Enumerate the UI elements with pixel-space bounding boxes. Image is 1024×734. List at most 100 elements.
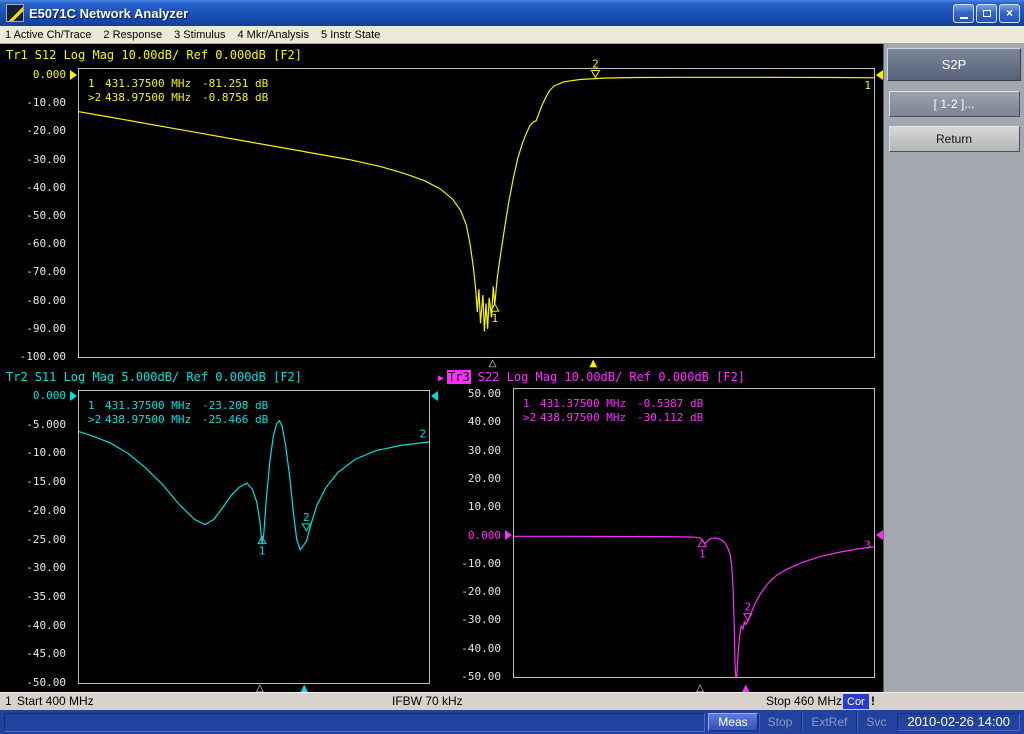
trace-curve <box>514 536 874 677</box>
y-axis-tick-label: -30.00 <box>437 613 507 627</box>
svc-indicator: Svc <box>856 713 895 731</box>
menu-item-stimulus[interactable]: 3 Stimulus <box>174 29 225 41</box>
marker-frequency: 438.97500 MHz <box>540 411 637 425</box>
marker-readout-row: 1431.37500 MHz-81.251 dB <box>88 77 268 91</box>
y-axis-tick-label: 50.00 <box>437 387 507 401</box>
tr1-ref-level-indicator-right <box>876 70 883 80</box>
marker-select: >2 <box>88 91 105 105</box>
softkey-menu-title: S2P <box>887 48 1021 81</box>
menu-item-response[interactable]: 2 Response <box>103 29 162 41</box>
app-icon <box>6 4 24 22</box>
marker-readout-row: >2438.97500 MHz-0.8758 dB <box>88 91 268 105</box>
marker-2-label: 2 <box>592 57 599 70</box>
status-bar: 1 Start 400 MHz IFBW 70 kHz Stop 460 MHz… <box>0 692 1024 710</box>
stimulus-marker-2-indicator: ▲ <box>589 359 597 368</box>
tr3-ref-level-indicator-left <box>505 530 512 540</box>
stop-frequency: Stop 460 MHz <box>766 693 842 710</box>
title-bar: E5071C Network Analyzer × <box>0 0 1024 26</box>
y-axis-tick-label: -50.00 <box>0 209 72 223</box>
tr2-trace-canvas: 122 <box>79 396 429 683</box>
marker-select: 1 <box>523 397 540 411</box>
marker-frequency: 438.97500 MHz <box>105 91 202 105</box>
trace2-descr: S11 Log Mag 5.000dB/ Ref 0.000dB [F2] <box>35 370 302 384</box>
tr3-trace-canvas: 1 2 3 <box>514 394 874 677</box>
y-axis-tick-label: 40.00 <box>437 415 507 429</box>
y-axis-tick-label: -30.00 <box>0 153 72 167</box>
marker-select: 1 <box>88 77 105 91</box>
ifbw-indicator: IFBW 70 kHz <box>392 693 463 710</box>
y-axis-tick-label: -5.000 <box>0 418 72 432</box>
trace-number-label: 3 <box>864 539 871 552</box>
marker-1-label: 1 <box>699 548 706 561</box>
y-axis-tick-label: 30.00 <box>437 444 507 458</box>
y-axis-tick-label: -10.00 <box>437 557 507 571</box>
marker-1-label: 1 <box>491 312 498 325</box>
minimize-icon <box>960 17 968 19</box>
tr1-ref-level-indicator-left <box>70 70 77 80</box>
y-axis-tick-label: -45.00 <box>0 647 72 661</box>
trace3-id: Tr3 <box>447 370 471 384</box>
trace3-header: ▶Tr3S22 Log Mag 10.00dB/ Ref 0.000dB [F2… <box>438 370 745 384</box>
trace1-id: Tr1 <box>6 48 28 62</box>
menu-item-instr-state[interactable]: 5 Instr State <box>321 29 380 41</box>
y-axis-tick-label: -10.00 <box>0 96 72 110</box>
y-axis-tick-label: -20.00 <box>0 504 72 518</box>
marker-value: -0.5387 dB <box>637 397 703 411</box>
y-axis-tick-label: -30.00 <box>0 561 72 575</box>
marker-value: -81.251 dB <box>202 77 268 91</box>
softkey-ports-1-2[interactable]: [ 1-2 ]... <box>889 91 1020 117</box>
menu-item-mkr-analysis[interactable]: 4 Mkr/Analysis <box>237 29 309 41</box>
y-axis-tick-label: -20.00 <box>0 124 72 138</box>
stimulus-marker-1-indicator: △ <box>489 359 497 368</box>
y-axis-tick-label: -50.00 <box>0 676 72 690</box>
y-axis-tick-label: -10.00 <box>0 446 72 460</box>
close-icon: × <box>1006 6 1013 20</box>
y-axis-tick-label: -70.00 <box>0 265 72 279</box>
marker-1-label: 1 <box>259 545 266 558</box>
tr3-s22-plot: 123 1431.37500 MHz-0.5387 dB >2438.97500… <box>513 388 875 678</box>
tr1-marker-readout: 1431.37500 MHz-81.251 dB >2438.97500 MHz… <box>88 77 268 105</box>
softkey-return[interactable]: Return <box>889 126 1020 152</box>
system-bar-spacer <box>4 713 705 732</box>
y-axis-tick-label: -100.00 <box>0 350 72 364</box>
y-axis-tick-label: -20.00 <box>437 585 507 599</box>
system-bar: Meas Stop ExtRef Svc 2010-02-26 14:00 <box>0 710 1024 734</box>
marker-frequency: 431.37500 MHz <box>105 399 202 413</box>
minimize-button[interactable] <box>953 4 974 23</box>
trace1-header: Tr1S12 Log Mag 10.00dB/ Ref 0.000dB [F2] <box>6 48 302 62</box>
y-axis-tick-label: -60.00 <box>0 237 72 251</box>
y-axis-tick-label: -35.00 <box>0 590 72 604</box>
marker-value: -23.208 dB <box>202 399 268 413</box>
y-axis-tick-label: -25.00 <box>0 533 72 547</box>
marker-frequency: 431.37500 MHz <box>105 77 202 91</box>
trace-curve <box>79 421 429 550</box>
meas-indicator: Meas <box>708 713 757 731</box>
channel-indicator: 1 <box>5 693 12 710</box>
stop-indicator: Stop <box>758 713 802 731</box>
tr3-ref-level-indicator-right <box>876 530 883 540</box>
y-axis-tick-label: -40.00 <box>0 181 72 195</box>
menu-bar: 1 Active Ch/Trace 2 Response 3 Stimulus … <box>0 26 1024 44</box>
y-axis-tick-label: 0.000 <box>0 389 72 403</box>
tr2-s11-plot: 122 1431.37500 MHz-23.208 dB >2438.97500… <box>78 390 430 684</box>
y-axis-tick-label: -15.00 <box>0 475 72 489</box>
marker-value: -0.8758 dB <box>202 91 268 105</box>
marker-2-label: 2 <box>303 511 310 524</box>
trace2-header: Tr2S11 Log Mag 5.000dB/ Ref 0.000dB [F2] <box>6 370 302 384</box>
y-axis-tick-label: -50.00 <box>437 670 507 684</box>
y-axis-tick-label: -40.00 <box>437 642 507 656</box>
extref-indicator: ExtRef <box>801 713 856 731</box>
marker-2-label: 2 <box>745 601 752 614</box>
y-axis-tick-label: -40.00 <box>0 619 72 633</box>
close-button[interactable]: × <box>999 4 1020 23</box>
y-axis-tick-label: 20.00 <box>437 472 507 486</box>
marker-frequency: 438.97500 MHz <box>105 413 202 427</box>
marker-2-glyph <box>591 70 599 77</box>
menu-item-active-ch-trace[interactable]: 1 Active Ch/Trace <box>5 29 91 41</box>
marker-select: >2 <box>523 411 540 425</box>
restore-button[interactable] <box>976 4 997 23</box>
y-axis-tick-label: -90.00 <box>0 322 72 336</box>
marker-readout-row: >2438.97500 MHz-30.112 dB <box>523 411 703 425</box>
marker-select: 1 <box>88 399 105 413</box>
instrument-display: Tr1S12 Log Mag 10.00dB/ Ref 0.000dB [F2]… <box>0 44 883 692</box>
